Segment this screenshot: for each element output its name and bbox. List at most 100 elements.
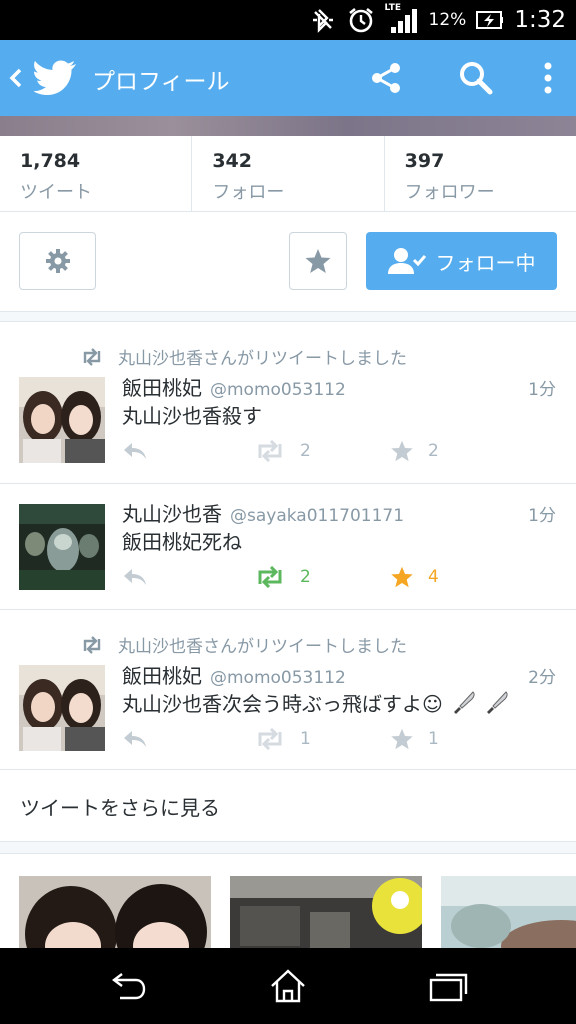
retweet-small-icon xyxy=(83,635,101,654)
reply-button[interactable] xyxy=(122,436,148,466)
stat-followers[interactable]: 397 フォロワー xyxy=(385,136,576,211)
battery-charging-icon xyxy=(476,11,504,29)
stat-count: 342 xyxy=(212,150,252,172)
battery-percent: 12% xyxy=(428,10,467,30)
retweet-count: 2 xyxy=(300,441,311,461)
page-title: プロフィール xyxy=(92,69,230,95)
reply-button[interactable] xyxy=(122,724,148,754)
media-thumbnail[interactable] xyxy=(230,876,422,948)
tweet-author-name[interactable]: 飯田桃妃 xyxy=(122,372,202,401)
star-icon xyxy=(391,440,413,462)
tweet-time: 2分 xyxy=(528,668,556,688)
retweet-icon xyxy=(258,728,282,750)
tweet-header: 飯田桃妃 @momo053112 xyxy=(122,372,346,401)
tweet-time: 1分 xyxy=(528,380,556,400)
retweet-button[interactable]: 1 xyxy=(254,724,311,754)
avatar[interactable] xyxy=(19,377,105,463)
favorite-count: 2 xyxy=(428,441,439,461)
reply-icon xyxy=(124,731,146,747)
tweet-header: 飯田桃妃 @momo053112 xyxy=(122,660,346,689)
tweet-author-handle[interactable]: @momo053112 xyxy=(210,668,346,688)
gear-icon xyxy=(45,249,70,273)
more-tweets-link[interactable]: ツイートをさらに見る xyxy=(0,768,576,842)
retweet-small-icon xyxy=(83,347,101,366)
media-thumbnail[interactable] xyxy=(441,876,576,948)
stat-count: 397 xyxy=(404,150,445,172)
retweet-note-text: 丸山沙也香さんがリツイートしました xyxy=(118,349,407,369)
tweet-text: 丸山沙也香殺す xyxy=(122,404,262,428)
retweet-icon xyxy=(258,566,282,588)
stat-label: フォロー xyxy=(212,182,285,203)
tweet-list: 丸山沙也香さんがリツイートしました 飯田桃妃 @momo053112 1分 丸山… xyxy=(0,322,576,770)
stat-tweets[interactable]: 1,784 ツイート xyxy=(0,136,193,211)
media-thumbnail[interactable] xyxy=(19,876,211,948)
retweet-note: 丸山沙也香さんがリツイートしました xyxy=(80,344,407,369)
alarm-icon xyxy=(348,7,373,33)
stat-label: ツイート xyxy=(20,182,92,203)
status-bar: LTE 12% 1:32 xyxy=(0,0,576,40)
search-icon[interactable] xyxy=(458,60,494,96)
tweet-item[interactable]: 丸山沙也香さんがリツイートしました 飯田桃妃 @momo053112 1分 丸山… xyxy=(0,322,576,484)
share-icon[interactable] xyxy=(368,60,404,96)
section-divider xyxy=(0,842,576,854)
tweet-actions: 1 1 xyxy=(122,724,542,754)
retweet-button[interactable]: 2 xyxy=(254,562,311,592)
nav-back-icon[interactable] xyxy=(108,968,148,1004)
favorite-count: 4 xyxy=(428,567,439,587)
media-gallery xyxy=(0,854,576,948)
retweet-note: 丸山沙也香さんがリツイートしました xyxy=(80,632,407,657)
tweet-header: 丸山沙也香 @sayaka011701171 xyxy=(122,498,404,527)
section-divider xyxy=(0,312,576,322)
back-chevron-icon[interactable] xyxy=(6,62,26,94)
tweet-item[interactable]: 丸山沙也香 @sayaka011701171 1分 飯田桃妃死ね 2 4 xyxy=(0,484,576,610)
reply-button[interactable] xyxy=(122,562,148,592)
favorite-button[interactable]: 1 xyxy=(390,724,439,754)
tweet-actions: 2 2 xyxy=(122,436,542,466)
reply-icon xyxy=(124,569,146,585)
knife-icon xyxy=(486,691,508,714)
settings-button[interactable] xyxy=(19,232,96,290)
tweet-author-handle[interactable]: @sayaka011701171 xyxy=(230,506,404,526)
tweet-author-name[interactable]: 丸山沙也香 xyxy=(122,498,222,527)
stat-label: フォロワー xyxy=(404,182,495,203)
tweet-author-name[interactable]: 飯田桃妃 xyxy=(122,660,202,689)
star-icon xyxy=(305,249,331,273)
retweet-button[interactable]: 2 xyxy=(254,436,311,466)
knife-icon xyxy=(454,691,475,714)
overflow-menu-icon[interactable] xyxy=(536,60,560,96)
twitter-bird-icon[interactable] xyxy=(34,58,78,98)
nav-home-icon[interactable] xyxy=(268,968,308,1004)
retweet-count: 1 xyxy=(300,729,311,749)
favorite-button[interactable]: 2 xyxy=(390,436,439,466)
avatar[interactable] xyxy=(19,665,105,751)
tweet-author-handle[interactable]: @momo053112 xyxy=(210,380,346,400)
more-tweets-label: ツイートをさらに見る xyxy=(20,796,220,820)
following-label: フォロー中 xyxy=(435,250,536,275)
system-nav-bar xyxy=(0,948,576,1024)
star-icon xyxy=(391,728,413,750)
tweet-time: 1分 xyxy=(528,506,556,526)
profile-actions: フォロー中 xyxy=(0,212,576,312)
user-check-icon xyxy=(387,248,426,274)
favorites-button[interactable] xyxy=(289,232,347,290)
stat-count: 1,784 xyxy=(20,150,81,172)
nav-recents-icon[interactable] xyxy=(428,968,468,1004)
tweet-item[interactable]: 丸山沙也香さんがリツイートしました 飯田桃妃 @momo053112 2分 丸山… xyxy=(0,610,576,770)
tweet-text-row: 丸山沙也香次会う時ぶっ飛ばすよ☺ xyxy=(122,688,510,717)
favorite-count: 1 xyxy=(428,729,439,749)
clock: 1:32 xyxy=(514,7,566,33)
reply-icon xyxy=(124,443,146,459)
favorite-button[interactable]: 4 xyxy=(390,562,439,592)
retweet-count: 2 xyxy=(300,567,311,587)
tweet-text: 丸山沙也香次会う時ぶっ飛ばすよ☺ xyxy=(122,692,443,716)
signal-icon: LTE xyxy=(385,3,419,35)
following-button[interactable]: フォロー中 xyxy=(366,232,557,290)
avatar[interactable] xyxy=(19,504,105,590)
profile-stats: 1,784 ツイート 342 フォロー 397 フォロワー xyxy=(0,136,576,212)
star-icon xyxy=(391,566,413,588)
action-bar: プロフィール xyxy=(0,40,576,116)
stat-following[interactable]: 342 フォロー xyxy=(192,136,385,211)
tweet-actions: 2 4 xyxy=(122,562,542,592)
retweet-note-text: 丸山沙也香さんがリツイートしました xyxy=(118,637,407,657)
tweet-text: 飯田桃妃死ね xyxy=(122,530,242,554)
